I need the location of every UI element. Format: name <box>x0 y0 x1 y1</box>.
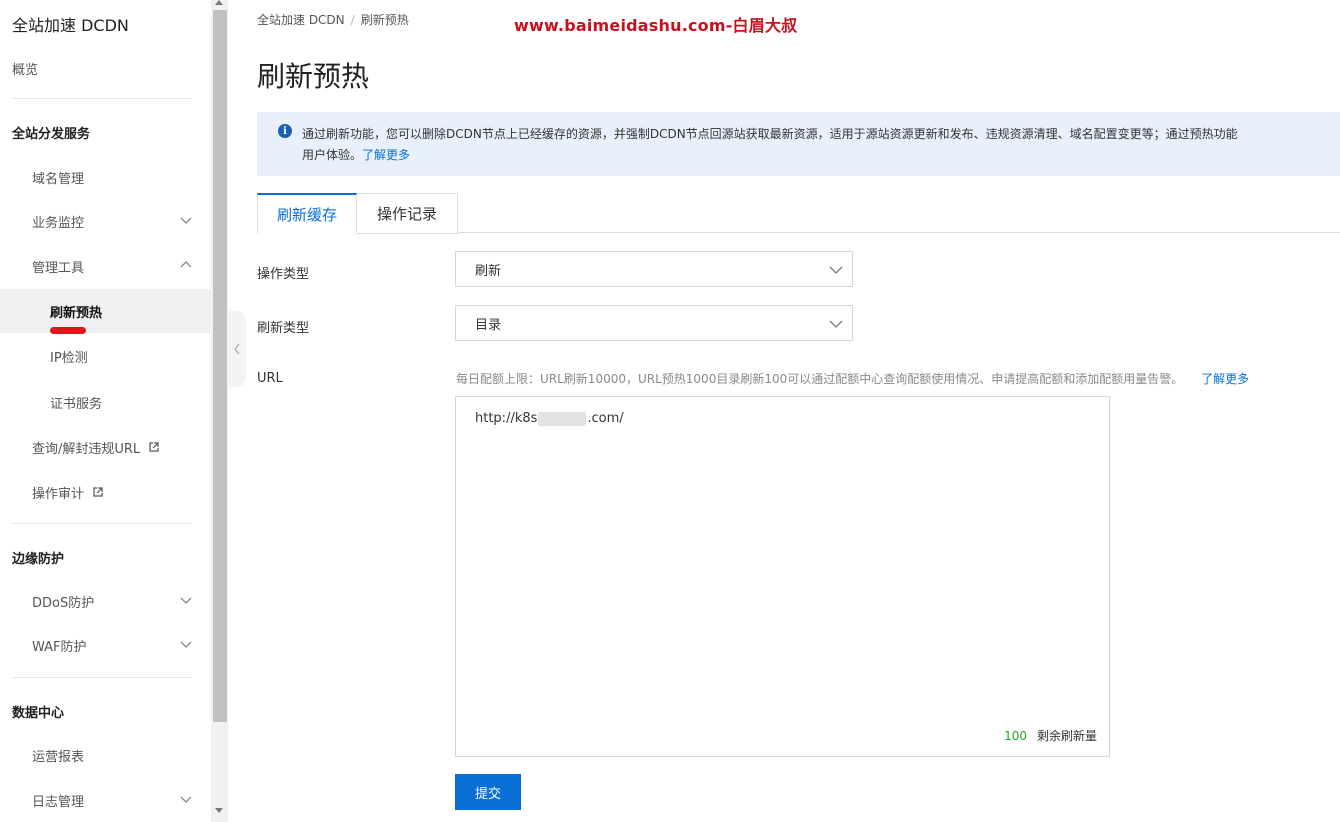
collapse-sidebar-button[interactable] <box>228 311 246 387</box>
chevron-down-icon <box>829 266 843 274</box>
quota-learn-more-link[interactable]: 了解更多 <box>1201 372 1249 386</box>
sidebar-item-label: 域名管理 <box>32 171 85 187</box>
sidebar-item-tools[interactable]: 管理工具 <box>0 244 211 288</box>
external-link-icon <box>149 442 159 452</box>
refresh-type-value: 目录 <box>475 317 502 333</box>
breadcrumb: 全站加速 DCDN / 刷新预热 <box>257 11 409 28</box>
refresh-type-select[interactable]: 目录 <box>455 305 853 341</box>
sidebar-item-domain[interactable]: 域名管理 <box>0 155 211 199</box>
highlight-marker <box>50 327 86 334</box>
sidebar-item-label: 运营报表 <box>32 749 85 765</box>
sidebar-item-query-url[interactable]: 查询/解封违规URL <box>0 425 211 469</box>
sidebar-item-label: WAF防护 <box>32 639 87 655</box>
sidebar-item-logs[interactable]: 日志管理 <box>0 778 211 822</box>
op-type-value: 刷新 <box>475 263 502 279</box>
sidebar-item-ip-check[interactable]: IP检测 <box>0 334 211 378</box>
sidebar-item-label: 查询/解封违规URL <box>32 441 141 457</box>
sidebar-item-report[interactable]: 运营报表 <box>0 733 211 777</box>
quota-hint: 每日配额上限：URL刷新10000，URL预热1000目录刷新100可以通过配额… <box>456 370 1249 387</box>
sidebar-title: 全站加速 DCDN <box>12 16 129 35</box>
sidebar-item-audit[interactable]: 操作审计 <box>0 470 211 514</box>
sidebar-item-label: 日志管理 <box>32 794 85 810</box>
url-text-suffix: .com/ <box>587 411 624 426</box>
sidebar-group-data: 数据中心 <box>12 689 211 733</box>
sidebar-item-monitor[interactable]: 业务监控 <box>0 199 211 243</box>
sidebar-item-label: 操作审计 <box>32 486 85 502</box>
sidebar-item-label: 概览 <box>12 62 39 78</box>
notice-text-line2: 用户体验。了解更多 <box>302 145 410 166</box>
url-label: URL <box>257 371 283 386</box>
notice-text-tail: 用户体验。 <box>302 148 363 162</box>
chevron-down-icon <box>180 796 192 803</box>
op-type-select[interactable]: 刷新 <box>455 251 853 287</box>
sidebar-item-label: DDoS防护 <box>32 595 95 611</box>
chevron-down-icon <box>829 320 843 328</box>
breadcrumb-separator: / <box>350 13 355 27</box>
quota-hint-text: 每日配额上限：URL刷新10000，URL预热1000目录刷新100可以通过配额… <box>456 372 1184 386</box>
tab-operation-log[interactable]: 操作记录 <box>357 193 458 234</box>
chevron-up-icon <box>180 261 192 268</box>
url-textarea-content: http://k8s .com/ <box>475 411 624 426</box>
app-window: 全站加速 DCDN 概览 全站分发服务 域名管理 业务监控 管理工具 刷新预热 … <box>0 0 1340 822</box>
notice-learn-more-link[interactable]: 了解更多 <box>362 148 410 162</box>
info-notice: i 通过刷新功能，您可以删除DCDN节点上已经缓存的资源，并强制DCDN节点回源… <box>257 112 1340 176</box>
op-type-label: 操作类型 <box>257 267 310 282</box>
scroll-down-arrow-icon[interactable] <box>215 808 223 813</box>
sidebar-item-overview[interactable]: 概览 <box>12 46 211 90</box>
breadcrumb-current: 刷新预热 <box>360 13 409 27</box>
sidebar-item-label: 管理工具 <box>32 260 85 276</box>
sidebar: 全站加速 DCDN 概览 全站分发服务 域名管理 业务监控 管理工具 刷新预热 … <box>0 0 211 822</box>
refresh-type-label: 刷新类型 <box>257 321 310 336</box>
redacted-blur <box>538 411 587 426</box>
url-text-prefix: http://k8s <box>475 411 538 426</box>
sidebar-item-ddos[interactable]: DDoS防护 <box>0 579 211 623</box>
sidebar-divider <box>12 677 192 678</box>
sidebar-group-label: 数据中心 <box>12 705 65 721</box>
sidebar-group-label: 边缘防护 <box>12 551 65 567</box>
chevron-down-icon <box>180 217 192 224</box>
remaining-count: 100 <box>1004 729 1027 743</box>
sidebar-divider <box>12 98 192 99</box>
scrollbar-thumb[interactable] <box>213 10 227 722</box>
chevron-left-icon <box>234 343 240 355</box>
tab-refresh-cache[interactable]: 刷新缓存 <box>257 193 357 234</box>
tab-bar: 刷新缓存 操作记录 <box>257 193 1340 234</box>
sidebar-item-waf[interactable]: WAF防护 <box>0 623 211 667</box>
chevron-down-icon <box>180 641 192 648</box>
sidebar-group-distribution: 全站分发服务 <box>12 110 211 154</box>
sidebar-item-label: 业务监控 <box>32 215 85 231</box>
info-icon: i <box>278 124 292 138</box>
url-textarea[interactable]: http://k8s .com/ 100 剩余刷新量 <box>455 396 1110 757</box>
sidebar-item-cert[interactable]: 证书服务 <box>0 380 211 424</box>
scroll-up-arrow-icon[interactable] <box>215 0 223 5</box>
remaining-counter: 100 剩余刷新量 <box>1004 727 1097 744</box>
breadcrumb-root[interactable]: 全站加速 DCDN <box>257 13 345 27</box>
watermark: www.baimeidashu.com-白眉大叔 <box>514 16 798 35</box>
sidebar-group-label: 全站分发服务 <box>12 126 91 142</box>
submit-button[interactable]: 提交 <box>455 774 521 810</box>
sidebar-divider <box>12 523 192 524</box>
notice-text: 通过刷新功能，您可以删除DCDN节点上已经缓存的资源，并强制DCDN节点回源站获… <box>302 127 1238 141</box>
chevron-down-icon <box>180 597 192 604</box>
sidebar-item-label: IP检测 <box>50 350 88 366</box>
sidebar-item-label: 证书服务 <box>50 396 103 412</box>
page-title: 刷新预热 <box>257 60 370 93</box>
sidebar-group-edge: 边缘防护 <box>12 535 211 579</box>
sidebar-item-refresh[interactable]: 刷新预热 <box>0 289 211 333</box>
remaining-label: 剩余刷新量 <box>1036 729 1097 743</box>
sidebar-item-label: 刷新预热 <box>50 305 103 321</box>
external-link-icon <box>93 487 103 497</box>
